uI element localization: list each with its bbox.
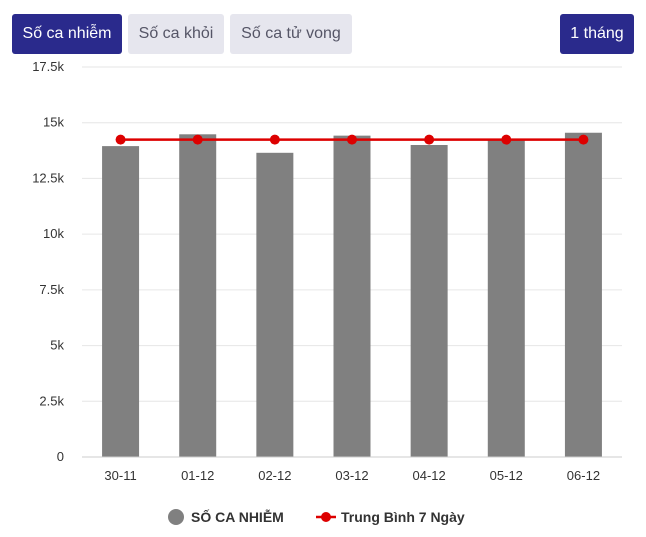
x-tick-label: 03-12 <box>335 468 368 483</box>
legend-label-average: Trung Bình 7 Ngày <box>341 509 465 525</box>
bar <box>564 132 602 457</box>
y-tick-label: 5k <box>50 338 64 353</box>
y-tick-label: 10k <box>43 226 64 241</box>
y-tick-label: 2.5k <box>39 393 64 408</box>
chart-panel: Số ca nhiễm Số ca khỏi Số ca tử vong 1 t… <box>0 0 646 537</box>
x-tick-label: 02-12 <box>258 468 291 483</box>
x-tick-label: 01-12 <box>181 468 214 483</box>
y-tick-label: 17.5k <box>32 59 64 74</box>
x-tick-label: 05-12 <box>490 468 523 483</box>
average-point <box>501 134 512 145</box>
legend-label-infections: SỐ CA NHIỄM <box>191 508 284 525</box>
legend-marker-average <box>321 512 331 522</box>
bar-line-chart: 0 2.5k 5k 7.5k 10k 12.5k 15k 17.5k 30-11 01-12 02-… <box>32 59 622 525</box>
x-tick-label: 30-11 <box>104 468 136 483</box>
y-tick-label: 7.5k <box>39 282 64 297</box>
legend-marker-infections <box>168 509 184 525</box>
bar <box>102 146 140 457</box>
average-point <box>424 134 435 145</box>
y-tick-label: 15k <box>43 115 64 130</box>
bar <box>410 145 448 457</box>
bar <box>179 134 217 457</box>
average-point <box>578 134 589 145</box>
average-point <box>115 134 126 145</box>
average-point <box>192 134 203 145</box>
bar <box>487 139 525 457</box>
y-tick-label: 12.5k <box>32 170 64 185</box>
x-tick-label: 04-12 <box>413 468 446 483</box>
average-point <box>269 134 280 145</box>
y-tick-label: 0 <box>57 449 64 464</box>
average-point <box>347 134 357 145</box>
bar <box>333 135 371 457</box>
x-tick-label: 06-12 <box>567 468 600 483</box>
bar <box>256 152 294 458</box>
